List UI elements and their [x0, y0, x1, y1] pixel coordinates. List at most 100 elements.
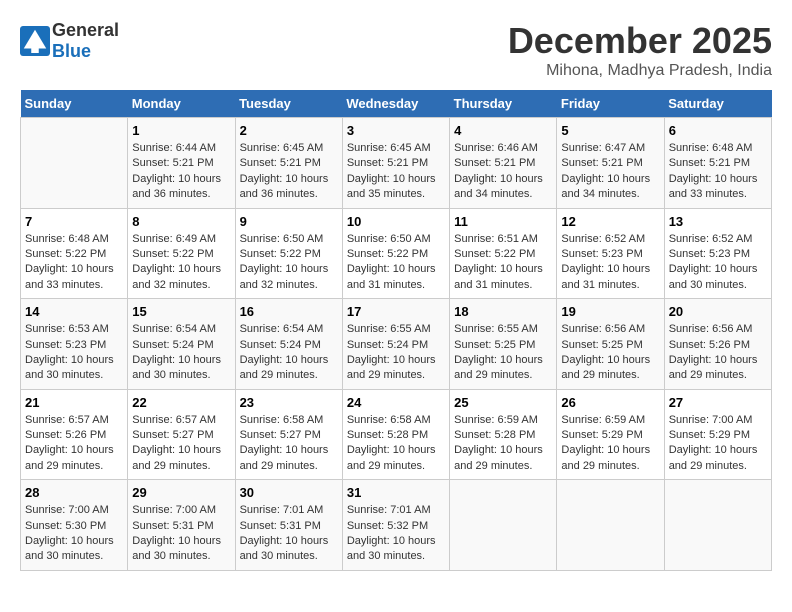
day-info: Sunrise: 6:54 AMSunset: 5:24 PMDaylight:…: [132, 322, 230, 384]
calendar-day-cell: 18 Sunrise: 6:55 AMSunset: 5:25 PMDayligh…: [450, 299, 557, 390]
calendar-day-cell: 26 Sunrise: 6:59 AMSunset: 5:29 PMDayligh…: [557, 389, 664, 480]
day-info: Sunrise: 6:58 AMSunset: 5:28 PMDaylight:…: [347, 413, 445, 475]
calendar-day-cell: 17 Sunrise: 6:55 AMSunset: 5:24 PMDayligh…: [342, 299, 449, 390]
calendar-day-cell: 9 Sunrise: 6:50 AMSunset: 5:22 PMDaylight…: [235, 208, 342, 299]
day-number: 14: [25, 304, 123, 319]
day-info: Sunrise: 6:57 AMSunset: 5:27 PMDaylight:…: [132, 413, 230, 475]
calendar-day-cell: [664, 480, 771, 571]
day-info: Sunrise: 6:50 AMSunset: 5:22 PMDaylight:…: [347, 232, 445, 294]
day-number: 3: [347, 123, 445, 138]
calendar-day-cell: 13 Sunrise: 6:52 AMSunset: 5:23 PMDayligh…: [664, 208, 771, 299]
calendar-day-cell: 7 Sunrise: 6:48 AMSunset: 5:22 PMDaylight…: [21, 208, 128, 299]
day-info: Sunrise: 6:44 AMSunset: 5:21 PMDaylight:…: [132, 141, 230, 203]
calendar-day-cell: 24 Sunrise: 6:58 AMSunset: 5:28 PMDayligh…: [342, 389, 449, 480]
day-info: Sunrise: 7:00 AMSunset: 5:30 PMDaylight:…: [25, 503, 123, 565]
logo-general: General: [52, 20, 119, 40]
day-number: 13: [669, 214, 767, 229]
calendar-header-cell: Monday: [128, 90, 235, 118]
logo-blue: Blue: [52, 41, 91, 61]
logo: General Blue: [20, 20, 119, 62]
title-area: December 2025 Mihona, Madhya Pradesh, In…: [508, 20, 772, 80]
calendar-day-cell: 2 Sunrise: 6:45 AMSunset: 5:21 PMDaylight…: [235, 118, 342, 209]
day-number: 18: [454, 304, 552, 319]
day-number: 31: [347, 485, 445, 500]
calendar-day-cell: [21, 118, 128, 209]
calendar-day-cell: [557, 480, 664, 571]
day-info: Sunrise: 6:52 AMSunset: 5:23 PMDaylight:…: [669, 232, 767, 294]
day-number: 20: [669, 304, 767, 319]
calendar-day-cell: 22 Sunrise: 6:57 AMSunset: 5:27 PMDayligh…: [128, 389, 235, 480]
calendar-day-cell: 27 Sunrise: 7:00 AMSunset: 5:29 PMDayligh…: [664, 389, 771, 480]
day-info: Sunrise: 6:48 AMSunset: 5:22 PMDaylight:…: [25, 232, 123, 294]
calendar-day-cell: 28 Sunrise: 7:00 AMSunset: 5:30 PMDayligh…: [21, 480, 128, 571]
day-info: Sunrise: 6:51 AMSunset: 5:22 PMDaylight:…: [454, 232, 552, 294]
calendar-day-cell: 6Sunrise: 6:48 AMSunset: 5:21 PMDaylight…: [664, 118, 771, 209]
calendar-day-cell: 4 Sunrise: 6:46 AMSunset: 5:21 PMDaylight…: [450, 118, 557, 209]
day-info: Sunrise: 6:55 AMSunset: 5:25 PMDaylight:…: [454, 322, 552, 384]
calendar-day-cell: 3 Sunrise: 6:45 AMSunset: 5:21 PMDaylight…: [342, 118, 449, 209]
header: General Blue December 2025 Mihona, Madhy…: [20, 20, 772, 80]
day-number: 4: [454, 123, 552, 138]
calendar-day-cell: 14Sunrise: 6:53 AMSunset: 5:23 PMDayligh…: [21, 299, 128, 390]
day-number: 26: [561, 395, 659, 410]
calendar-week-row: 7 Sunrise: 6:48 AMSunset: 5:22 PMDaylight…: [21, 208, 772, 299]
day-number: 2: [240, 123, 338, 138]
logo-icon: [20, 26, 50, 56]
day-info: Sunrise: 6:49 AMSunset: 5:22 PMDaylight:…: [132, 232, 230, 294]
day-info: Sunrise: 6:58 AMSunset: 5:27 PMDaylight:…: [240, 413, 338, 475]
day-info: Sunrise: 7:00 AMSunset: 5:29 PMDaylight:…: [669, 413, 767, 475]
calendar-header-cell: Sunday: [21, 90, 128, 118]
calendar-day-cell: 5 Sunrise: 6:47 AMSunset: 5:21 PMDaylight…: [557, 118, 664, 209]
day-info: Sunrise: 6:56 AMSunset: 5:25 PMDaylight:…: [561, 322, 659, 384]
day-number: 9: [240, 214, 338, 229]
day-number: 27: [669, 395, 767, 410]
calendar-day-cell: 8 Sunrise: 6:49 AMSunset: 5:22 PMDaylight…: [128, 208, 235, 299]
day-info: Sunrise: 7:00 AMSunset: 5:31 PMDaylight:…: [132, 503, 230, 565]
calendar-header-cell: Saturday: [664, 90, 771, 118]
day-number: 22: [132, 395, 230, 410]
day-number: 16: [240, 304, 338, 319]
day-info: Sunrise: 6:59 AMSunset: 5:29 PMDaylight:…: [561, 413, 659, 475]
calendar-day-cell: 1 Sunrise: 6:44 AMSunset: 5:21 PMDaylight…: [128, 118, 235, 209]
day-number: 5: [561, 123, 659, 138]
calendar-week-row: 21Sunrise: 6:57 AMSunset: 5:26 PMDayligh…: [21, 389, 772, 480]
day-info: Sunrise: 6:48 AMSunset: 5:21 PMDaylight:…: [669, 141, 767, 203]
calendar-header-row: SundayMondayTuesdayWednesdayThursdayFrid…: [21, 90, 772, 118]
day-number: 15: [132, 304, 230, 319]
calendar-day-cell: 23Sunrise: 6:58 AMSunset: 5:27 PMDayligh…: [235, 389, 342, 480]
day-number: 19: [561, 304, 659, 319]
calendar-day-cell: 20 Sunrise: 6:56 AMSunset: 5:26 PMDayligh…: [664, 299, 771, 390]
calendar-header-cell: Tuesday: [235, 90, 342, 118]
day-info: Sunrise: 6:46 AMSunset: 5:21 PMDaylight:…: [454, 141, 552, 203]
day-number: 7: [25, 214, 123, 229]
day-number: 21: [25, 395, 123, 410]
calendar-header-cell: Wednesday: [342, 90, 449, 118]
calendar-day-cell: 30 Sunrise: 7:01 AMSunset: 5:31 PMDayligh…: [235, 480, 342, 571]
day-info: Sunrise: 7:01 AMSunset: 5:31 PMDaylight:…: [240, 503, 338, 565]
calendar-day-cell: [450, 480, 557, 571]
day-number: 28: [25, 485, 123, 500]
day-info: Sunrise: 6:45 AMSunset: 5:21 PMDaylight:…: [240, 141, 338, 203]
calendar-day-cell: 11Sunrise: 6:51 AMSunset: 5:22 PMDayligh…: [450, 208, 557, 299]
day-info: Sunrise: 6:47 AMSunset: 5:21 PMDaylight:…: [561, 141, 659, 203]
day-info: Sunrise: 6:56 AMSunset: 5:26 PMDaylight:…: [669, 322, 767, 384]
day-info: Sunrise: 6:45 AMSunset: 5:21 PMDaylight:…: [347, 141, 445, 203]
day-info: Sunrise: 6:54 AMSunset: 5:24 PMDaylight:…: [240, 322, 338, 384]
day-info: Sunrise: 6:52 AMSunset: 5:23 PMDaylight:…: [561, 232, 659, 294]
day-number: 24: [347, 395, 445, 410]
day-number: 30: [240, 485, 338, 500]
calendar-day-cell: 29 Sunrise: 7:00 AMSunset: 5:31 PMDayligh…: [128, 480, 235, 571]
calendar-header-cell: Friday: [557, 90, 664, 118]
day-info: Sunrise: 6:59 AMSunset: 5:28 PMDaylight:…: [454, 413, 552, 475]
calendar-day-cell: 19 Sunrise: 6:56 AMSunset: 5:25 PMDayligh…: [557, 299, 664, 390]
day-info: Sunrise: 6:55 AMSunset: 5:24 PMDaylight:…: [347, 322, 445, 384]
day-number: 8: [132, 214, 230, 229]
calendar-day-cell: 31Sunrise: 7:01 AMSunset: 5:32 PMDayligh…: [342, 480, 449, 571]
day-number: 10: [347, 214, 445, 229]
calendar-table: SundayMondayTuesdayWednesdayThursdayFrid…: [20, 90, 772, 571]
day-info: Sunrise: 6:50 AMSunset: 5:22 PMDaylight:…: [240, 232, 338, 294]
day-number: 17: [347, 304, 445, 319]
calendar-week-row: 1 Sunrise: 6:44 AMSunset: 5:21 PMDaylight…: [21, 118, 772, 209]
day-number: 29: [132, 485, 230, 500]
day-number: 1: [132, 123, 230, 138]
